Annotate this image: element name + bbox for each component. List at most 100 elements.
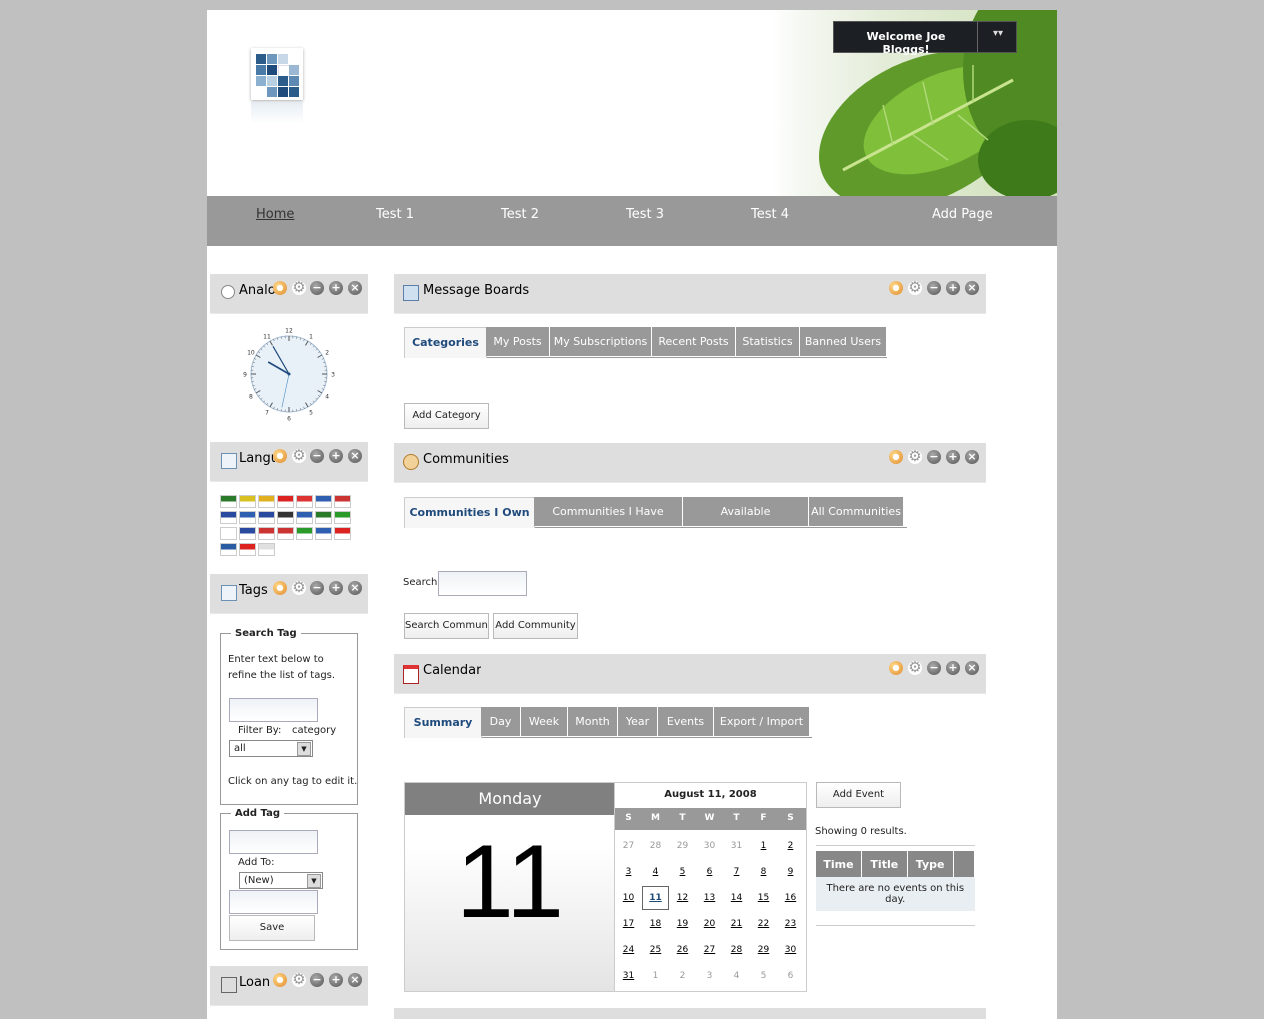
gear-icon[interactable]: ⚙ bbox=[908, 280, 922, 295]
language-flag-icon[interactable] bbox=[277, 495, 294, 508]
tag-filter-select[interactable]: all ▼ bbox=[229, 740, 313, 757]
calendar-day[interactable]: 16 bbox=[777, 886, 804, 910]
site-logo[interactable] bbox=[251, 48, 303, 100]
language-flag-icon[interactable] bbox=[239, 511, 256, 524]
color-scheme-icon[interactable]: ● bbox=[889, 450, 903, 464]
column-header-title[interactable]: Title bbox=[861, 851, 908, 877]
maximize-icon[interactable]: + bbox=[329, 973, 343, 987]
language-flag-icon[interactable] bbox=[258, 495, 275, 508]
maximize-icon[interactable]: + bbox=[329, 449, 343, 463]
tab-my-subscriptions[interactable]: My Subscriptions bbox=[550, 327, 652, 356]
nav-item-test-2[interactable]: Test 2 bbox=[501, 207, 539, 222]
nav-item-add-page[interactable]: Add Page bbox=[932, 207, 993, 222]
color-scheme-icon[interactable]: ● bbox=[273, 581, 287, 595]
language-flag-icon[interactable] bbox=[220, 495, 237, 508]
calendar-day[interactable]: 12 bbox=[669, 886, 696, 910]
calendar-day[interactable]: 15 bbox=[750, 886, 777, 910]
tab-day[interactable]: Day bbox=[481, 707, 521, 736]
calendar-day[interactable]: 25 bbox=[642, 938, 669, 962]
add-community-button[interactable]: Add Community bbox=[493, 613, 578, 639]
tab-month[interactable]: Month bbox=[568, 707, 618, 736]
column-header-time[interactable]: Time bbox=[816, 851, 862, 877]
language-flag-icon[interactable] bbox=[277, 527, 294, 540]
minimize-icon[interactable]: − bbox=[927, 281, 941, 295]
calendar-day[interactable]: 1 bbox=[750, 834, 777, 858]
language-flag-icon[interactable] bbox=[315, 527, 332, 540]
minimize-icon[interactable]: − bbox=[927, 661, 941, 675]
language-flag-icon[interactable] bbox=[277, 511, 294, 524]
calendar-day[interactable]: 14 bbox=[723, 886, 750, 910]
calendar-day[interactable]: 17 bbox=[615, 912, 642, 936]
tab-all-communities[interactable]: All Communities bbox=[809, 497, 904, 526]
gear-icon[interactable]: ⚙ bbox=[908, 449, 922, 464]
community-search-input[interactable] bbox=[438, 571, 527, 596]
close-icon[interactable]: × bbox=[965, 661, 979, 675]
calendar-day[interactable]: 13 bbox=[696, 886, 723, 910]
calendar-day-selected[interactable]: 11 bbox=[642, 886, 669, 910]
tab-summary[interactable]: Summary bbox=[404, 707, 482, 738]
gear-icon[interactable]: ⚙ bbox=[908, 660, 922, 675]
calendar-day[interactable]: 6 bbox=[696, 860, 723, 884]
maximize-icon[interactable]: + bbox=[329, 281, 343, 295]
maximize-icon[interactable]: + bbox=[946, 450, 960, 464]
language-flag-icon[interactable] bbox=[258, 527, 275, 540]
minimize-icon[interactable]: − bbox=[310, 973, 324, 987]
add-event-button[interactable]: Add Event bbox=[816, 782, 901, 808]
tab-export-import[interactable]: Export / Import bbox=[714, 707, 810, 736]
gear-icon[interactable]: ⚙ bbox=[292, 280, 306, 295]
calendar-day[interactable]: 31 bbox=[615, 964, 642, 988]
tab-categories[interactable]: Categories bbox=[404, 327, 487, 358]
calendar-day[interactable]: 7 bbox=[723, 860, 750, 884]
language-flag-icon[interactable] bbox=[239, 495, 256, 508]
tab-events[interactable]: Events bbox=[658, 707, 714, 736]
calendar-day[interactable]: 27 bbox=[696, 938, 723, 962]
tab-communities-i-own[interactable]: Communities I Own bbox=[404, 497, 535, 528]
close-icon[interactable]: × bbox=[348, 449, 362, 463]
tab-week[interactable]: Week bbox=[521, 707, 568, 736]
gear-icon[interactable]: ⚙ bbox=[292, 580, 306, 595]
language-flag-icon[interactable] bbox=[220, 543, 237, 556]
close-icon[interactable]: × bbox=[348, 973, 362, 987]
color-scheme-icon[interactable]: ● bbox=[273, 973, 287, 987]
nav-item-test-4[interactable]: Test 4 bbox=[751, 207, 789, 222]
calendar-day[interactable]: 2 bbox=[777, 834, 804, 858]
tag-search-input[interactable] bbox=[229, 698, 318, 722]
language-flag-icon[interactable] bbox=[258, 543, 275, 556]
calendar-day[interactable]: 20 bbox=[696, 912, 723, 936]
calendar-day[interactable]: 24 bbox=[615, 938, 642, 962]
add-tag-input[interactable] bbox=[229, 830, 318, 854]
calendar-day[interactable]: 10 bbox=[615, 886, 642, 910]
language-flag-icon[interactable] bbox=[296, 527, 313, 540]
calendar-day[interactable]: 23 bbox=[777, 912, 804, 936]
add-category-button[interactable]: Add Category bbox=[404, 403, 489, 429]
gear-icon[interactable]: ⚙ bbox=[292, 448, 306, 463]
language-flag-icon[interactable] bbox=[296, 495, 313, 508]
tab-year[interactable]: Year bbox=[618, 707, 658, 736]
calendar-day[interactable]: 3 bbox=[615, 860, 642, 884]
close-icon[interactable]: × bbox=[348, 281, 362, 295]
language-flag-icon[interactable] bbox=[315, 495, 332, 508]
language-flag-icon[interactable] bbox=[334, 495, 351, 508]
color-scheme-icon[interactable]: ● bbox=[889, 281, 903, 295]
dock-arrow-icon[interactable]: ▾▾ bbox=[984, 28, 1012, 46]
language-flag-icon[interactable] bbox=[334, 527, 351, 540]
calendar-day[interactable]: 21 bbox=[723, 912, 750, 936]
calendar-day[interactable]: 22 bbox=[750, 912, 777, 936]
close-icon[interactable]: × bbox=[348, 581, 362, 595]
tab-available-communities[interactable]: Available Communities bbox=[683, 497, 809, 548]
calendar-day[interactable]: 26 bbox=[669, 938, 696, 962]
language-flag-icon[interactable] bbox=[239, 527, 256, 540]
maximize-icon[interactable]: + bbox=[946, 661, 960, 675]
column-header-type[interactable]: Type bbox=[907, 851, 954, 877]
color-scheme-icon[interactable]: ● bbox=[889, 661, 903, 675]
minimize-icon[interactable]: − bbox=[310, 581, 324, 595]
calendar-day[interactable]: 18 bbox=[642, 912, 669, 936]
calendar-day[interactable]: 9 bbox=[777, 860, 804, 884]
nav-item-test-3[interactable]: Test 3 bbox=[626, 207, 664, 222]
color-scheme-icon[interactable]: ● bbox=[273, 449, 287, 463]
tab-recent-posts[interactable]: Recent Posts bbox=[652, 327, 736, 356]
tab-communities-i-have-joined[interactable]: Communities I Have Joined bbox=[534, 497, 683, 548]
language-flag-icon[interactable] bbox=[220, 527, 237, 540]
minimize-icon[interactable]: − bbox=[927, 450, 941, 464]
close-icon[interactable]: × bbox=[965, 450, 979, 464]
